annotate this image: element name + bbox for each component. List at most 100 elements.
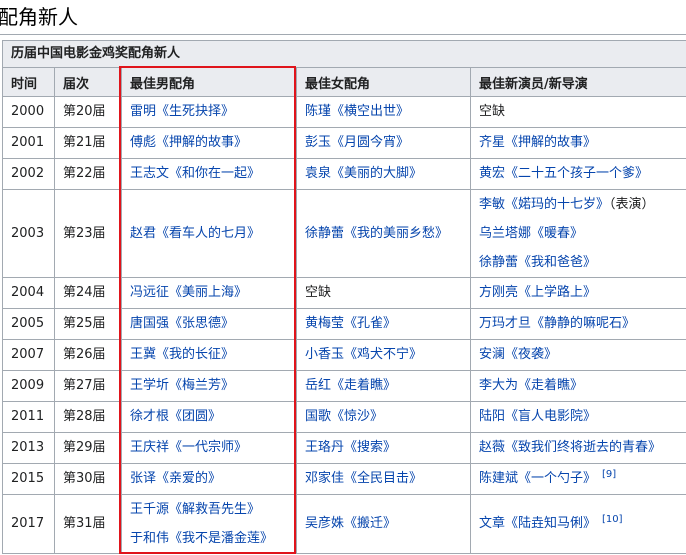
actress-film-link[interactable]: 《走着瞧》 xyxy=(331,378,396,393)
actor-person-link[interactable]: 王千源 xyxy=(130,502,169,517)
cell-edition: 第23届 xyxy=(54,189,122,278)
newcomer-person-link[interactable]: 方刚亮 xyxy=(479,285,518,300)
actress-film-link[interactable]: 《月圆今宵》 xyxy=(331,135,409,150)
newcomer-film-link[interactable]: 《静静的嘛呢石》 xyxy=(531,316,635,331)
newcomer-person-link[interactable]: 万玛才旦 xyxy=(479,316,531,331)
newcomer-film-link[interactable]: 《我和爸爸》 xyxy=(518,255,596,270)
actor-film-link[interactable]: 《美丽上海》 xyxy=(169,285,247,300)
actor-person-link[interactable]: 王志文 xyxy=(130,166,169,181)
newcomer-film-link[interactable]: 《盲人电影院》 xyxy=(505,409,596,424)
page-title: 配角新人 xyxy=(0,5,78,29)
actor-film-link[interactable]: 《解救吾先生》 xyxy=(169,502,260,517)
newcomer-film-link[interactable]: 《二十五个孩子一个爹》 xyxy=(505,166,648,181)
newcomer-person-link[interactable]: 陆阳 xyxy=(479,409,505,424)
cell-year: 2004 xyxy=(2,277,55,309)
actor-film-link[interactable]: 《我的长征》 xyxy=(156,347,234,362)
actress-film-link[interactable]: 《横空出世》 xyxy=(331,104,409,119)
actress-film-link[interactable]: 《美丽的大脚》 xyxy=(331,166,422,181)
newcomer-person-link[interactable]: 赵薇 xyxy=(479,440,505,455)
actor-person-link[interactable]: 徐才根 xyxy=(130,409,169,424)
actress-film-link[interactable]: 《鸡犬不宁》 xyxy=(344,347,422,362)
actor-person-link[interactable]: 王庆祥 xyxy=(130,440,169,455)
actress-person-link[interactable]: 岳红 xyxy=(305,378,331,393)
cell-year: 2002 xyxy=(2,158,55,190)
newcomer-entry: 陈建斌《一个勺子》 [9] xyxy=(479,464,678,494)
actress-film-link[interactable]: 《我的美丽乡愁》 xyxy=(344,226,448,241)
actor-film-link[interactable]: 《生死抉择》 xyxy=(156,104,234,119)
newcomer-film-link[interactable]: 《陆垚知马俐》 xyxy=(505,516,596,531)
actor-person-link[interactable]: 王学圻 xyxy=(130,378,169,393)
actor-film-link[interactable]: 《和你在一起》 xyxy=(169,166,260,181)
newcomer-film-link[interactable]: 《押解的故事》 xyxy=(505,135,596,150)
header-edition: 届次 xyxy=(54,67,122,97)
actress-film-link[interactable]: 《搜索》 xyxy=(344,440,396,455)
actor-film-link[interactable]: 《团圆》 xyxy=(169,409,221,424)
cell-best-supporting-actress: 小香玉《鸡犬不宁》 xyxy=(296,339,471,371)
cell-best-supporting-actor: 傅彪《押解的故事》 xyxy=(121,127,297,159)
reference-link[interactable]: [10] xyxy=(602,514,623,525)
cell-best-supporting-actress: 邓家佳《全民目击》 xyxy=(296,463,471,495)
reference-link[interactable]: [9] xyxy=(602,469,616,480)
actress-person-link[interactable]: 小香玉 xyxy=(305,347,344,362)
newcomer-person-link[interactable]: 徐静蕾 xyxy=(479,255,518,270)
table-row: 2009 第27届 王学圻《梅兰芳》 岳红《走着瞧》 李大为《走着瞧》 xyxy=(2,370,686,402)
actress-person-link[interactable]: 陈瑾 xyxy=(305,104,331,119)
actress-person-link[interactable]: 彭玉 xyxy=(305,135,331,150)
actor-person-link[interactable]: 冯远征 xyxy=(130,285,169,300)
actress-person-link[interactable]: 袁泉 xyxy=(305,166,331,181)
actor-film-link[interactable]: 《押解的故事》 xyxy=(156,135,247,150)
newcomer-film-link[interactable]: 《一个勺子》 xyxy=(518,471,596,486)
actor-person-link[interactable]: 张译 xyxy=(130,471,156,486)
actor-entry: 王志文《和你在一起》 xyxy=(130,159,288,189)
actor-person-link[interactable]: 唐国强 xyxy=(130,316,169,331)
newcomer-person-link[interactable]: 黄宏 xyxy=(479,166,505,181)
actor-film-link[interactable]: 《我不是潘金莲》 xyxy=(169,531,273,546)
actress-film-link[interactable]: 《搬迁》 xyxy=(344,516,396,531)
actress-person-link[interactable]: 徐静蕾 xyxy=(305,226,344,241)
actress-person-link[interactable]: 邓家佳 xyxy=(305,471,344,486)
newcomer-person-link[interactable]: 安澜 xyxy=(479,347,505,362)
newcomer-film-link[interactable]: 《婼玛的十七岁》 xyxy=(505,197,609,212)
cell-best-newcomer: 赵薇《致我们终将逝去的青春》 xyxy=(470,432,686,464)
table-row: 2001 第21届 傅彪《押解的故事》 彭玉《月圆今宵》 齐星《押解的故事》 xyxy=(2,127,686,159)
actress-person-link[interactable]: 王珞丹 xyxy=(305,440,344,455)
actor-person-link[interactable]: 傅彪 xyxy=(130,135,156,150)
actor-entry: 徐才根《团圆》 xyxy=(130,402,288,432)
actress-person-link[interactable]: 国歌 xyxy=(305,409,331,424)
actor-person-link[interactable]: 于和伟 xyxy=(130,531,169,546)
actress-film-link[interactable]: 《孔雀》 xyxy=(344,316,396,331)
newcomer-film-link[interactable]: 《夜袭》 xyxy=(505,347,557,362)
cell-best-supporting-actress: 袁泉《美丽的大脚》 xyxy=(296,158,471,190)
cell-best-supporting-actor: 王学圻《梅兰芳》 xyxy=(121,370,297,402)
newcomer-person-link[interactable]: 文章 xyxy=(479,516,505,531)
actress-film-link[interactable]: 《全民目击》 xyxy=(344,471,422,486)
actor-entry: 傅彪《押解的故事》 xyxy=(130,128,288,158)
newcomer-film-link[interactable]: 《走着瞧》 xyxy=(518,378,583,393)
newcomer-film-link[interactable]: 《致我们终将逝去的青春》 xyxy=(505,440,661,455)
actor-film-link[interactable]: 《亲爱的》 xyxy=(156,471,221,486)
newcomer-film-link[interactable]: 《上学路上》 xyxy=(518,285,596,300)
actor-film-link[interactable]: 《梅兰芳》 xyxy=(169,378,234,393)
cell-best-supporting-actress: 岳红《走着瞧》 xyxy=(296,370,471,402)
newcomer-person-link[interactable]: 陈建斌 xyxy=(479,471,518,486)
actor-film-link[interactable]: 《一代宗师》 xyxy=(169,440,247,455)
actress-film-link[interactable]: 《惊沙》 xyxy=(331,409,383,424)
actor-person-link[interactable]: 雷明 xyxy=(130,104,156,119)
actor-person-link[interactable]: 王冀 xyxy=(130,347,156,362)
newcomer-person-link[interactable]: 乌兰塔娜 xyxy=(479,226,531,241)
cell-best-newcomer: 空缺 xyxy=(470,96,686,128)
cell-best-supporting-actress: 空缺 xyxy=(296,277,471,309)
actress-entry: 小香玉《鸡犬不宁》 xyxy=(305,340,462,370)
actor-person-link[interactable]: 赵君 xyxy=(130,226,156,241)
actor-film-link[interactable]: 《看车人的七月》 xyxy=(156,226,260,241)
newcomer-film-link[interactable]: 《暖春》 xyxy=(531,226,583,241)
actress-person-link[interactable]: 吴彦姝 xyxy=(305,516,344,531)
actor-film-link[interactable]: 《张思德》 xyxy=(169,316,234,331)
newcomer-person-link[interactable]: 李大为 xyxy=(479,378,518,393)
newcomer-person-link[interactable]: 齐星 xyxy=(479,135,505,150)
cell-edition: 第26届 xyxy=(54,339,122,371)
actress-entry: 彭玉《月圆今宵》 xyxy=(305,128,462,158)
actress-person-link[interactable]: 黄梅莹 xyxy=(305,316,344,331)
cell-edition: 第21届 xyxy=(54,127,122,159)
newcomer-person-link[interactable]: 李敏 xyxy=(479,197,505,212)
